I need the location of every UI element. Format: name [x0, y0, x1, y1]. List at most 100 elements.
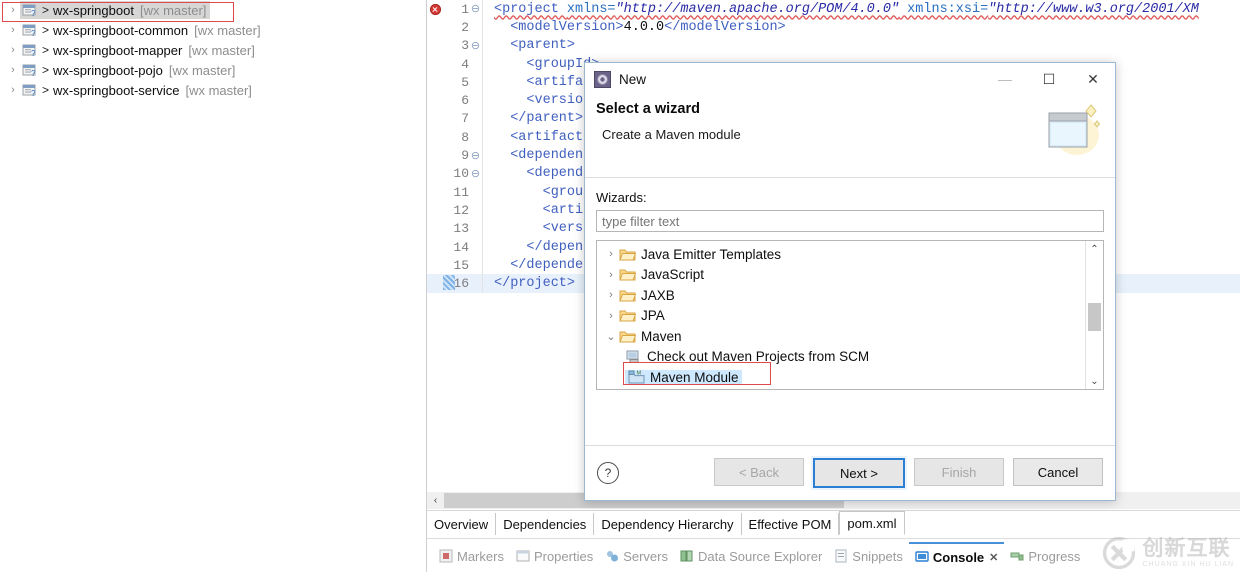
code-text: <grou [490, 184, 584, 200]
dialog-title-bar[interactable]: New — ☐ ✕ [585, 63, 1115, 95]
snippets-icon [834, 549, 848, 563]
wizard-tree-scrollbar[interactable]: ⌃ ⌄ [1085, 241, 1103, 389]
expand-twisty-icon[interactable]: › [6, 24, 20, 36]
view-tab-label: Data Source Explorer [698, 548, 823, 564]
editor-tab-overview[interactable]: Overview [427, 513, 497, 535]
wizard-tree-item-java-emitter-templates[interactable]: › Java Emitter Templates [597, 244, 1085, 265]
line-number: 12 [453, 202, 469, 218]
wizard-tree-item-jaxb[interactable]: › JAXB [597, 285, 1085, 306]
view-tab-label: Snippets [852, 548, 903, 564]
servers-icon [605, 549, 619, 563]
code-text: </depende [490, 240, 599, 255]
project-tree-row[interactable]: › ? > wx-springboot-mapper [wx master] [0, 40, 426, 60]
scrollbar-thumb[interactable] [1088, 303, 1101, 331]
scroll-up-icon[interactable]: ⌃ [1086, 241, 1103, 257]
wizard-item-body[interactable]: JavaScript [619, 267, 704, 282]
wizard-item-label: Java Emitter Templates [641, 246, 782, 262]
wizard-item-body[interactable]: JAXB [619, 288, 675, 303]
view-tab-snippets[interactable]: Snippets [828, 543, 909, 569]
wizards-label: Wizards: [596, 190, 647, 205]
line-number: 2 [461, 19, 469, 35]
wizard-item-label: JavaScript [641, 267, 705, 283]
editor-tab-effective-pom[interactable]: Effective POM [741, 513, 840, 535]
project-row-body[interactable]: ? > wx-springboot-common [wx master] [20, 21, 265, 39]
project-row-body[interactable]: ? > wx-springboot-service [wx master] [20, 81, 256, 99]
code-token: </parent> [510, 111, 584, 127]
dialog-heading: Select a wizard [596, 101, 700, 117]
project-row-body[interactable]: ? > wx-springboot [wx master] [20, 1, 211, 19]
view-tab-markers[interactable]: Markers [433, 543, 510, 569]
code-token: </modelVersion> [664, 19, 786, 35]
tree-twisty-icon[interactable]: › [603, 248, 619, 260]
project-row-body[interactable]: ? > wx-springboot-pojo [wx master] [20, 61, 239, 79]
view-tab-close-icon[interactable]: ✕ [989, 551, 998, 564]
line-marker[interactable] [427, 3, 443, 15]
cancel-button[interactable]: Cancel [1013, 458, 1103, 486]
fold-toggle-icon[interactable]: ⊖ [469, 39, 482, 53]
expand-twisty-icon[interactable]: › [6, 84, 20, 96]
wizard-tree-item-maven-module[interactable]: M Maven Module [597, 367, 1085, 388]
project-branch: [wx master] [185, 82, 252, 98]
error-marker-icon[interactable] [429, 3, 441, 15]
fold-toggle-icon[interactable]: ⊖ [469, 2, 482, 16]
tree-twisty-icon[interactable]: ⌄ [603, 330, 619, 343]
project-tree-row[interactable]: › ? > wx-springboot-service [wx master] [0, 80, 426, 100]
wizard-tree-item-maven[interactable]: ⌄ Maven [597, 326, 1085, 347]
view-tab-label: Servers [623, 548, 668, 564]
editor-tab-dependency-hierarchy[interactable]: Dependency Hierarchy [594, 513, 742, 535]
scroll-left-icon[interactable]: ‹ [427, 492, 444, 509]
project-tree: › ? > wx-springboot [wx master] › ? > wx-spr… [0, 0, 426, 100]
wizard-filter-input[interactable] [596, 210, 1104, 232]
wizard-item-label: Maven Module [650, 369, 739, 385]
wizard-item-body[interactable]: Java Emitter Templates [619, 247, 781, 262]
wizard-item-body[interactable]: M Maven Module [625, 369, 742, 385]
svg-text:?: ? [31, 89, 36, 98]
fold-toggle-icon[interactable]: ⊖ [469, 167, 482, 181]
wizard-item-body[interactable]: Maven [619, 329, 682, 344]
view-tab-progress[interactable]: Progress [1004, 543, 1086, 569]
code-line[interactable]: 1 ⊖ <project xmlns="http://maven.apache.or… [427, 0, 1240, 19]
project-name: wx-springboot-mapper [53, 42, 183, 58]
wizard-tree-item-javascript[interactable]: › JavaScript [597, 265, 1085, 286]
dialog-header: Select a wizard Create a Maven module [585, 95, 1115, 178]
code-line[interactable]: 2 <modelVersion>4.0.0</modelVersion> [427, 18, 1240, 37]
tree-twisty-icon[interactable]: › [603, 289, 619, 301]
fold-toggle-icon[interactable]: ⊖ [469, 149, 482, 163]
view-tab-console[interactable]: Console ✕ [908, 542, 1005, 570]
next-button[interactable]: Next > [813, 458, 905, 488]
minimize-button[interactable]: — [983, 64, 1027, 94]
view-tab-properties[interactable]: Properties [510, 543, 599, 569]
project-name: wx-springboot-common [53, 22, 189, 38]
maximize-button[interactable]: ☐ [1027, 64, 1071, 94]
wizard-item-body[interactable]: Check out Maven Projects from SCM [625, 349, 869, 364]
wizard-tree-item-check-out-maven-projects-from-scm[interactable]: Check out Maven Projects from SCM [597, 347, 1085, 368]
code-line[interactable]: 3 ⊖ <parent> [427, 36, 1240, 55]
view-tab-servers[interactable]: Servers [599, 543, 674, 569]
project-tree-row[interactable]: › ? > wx-springboot-pojo [wx master] [0, 60, 426, 80]
tree-twisty-icon[interactable]: › [603, 310, 619, 322]
code-token: <grou [542, 184, 584, 200]
editor-tab-pom-xml[interactable]: pom.xml [839, 511, 905, 535]
help-button[interactable]: ? [597, 462, 619, 484]
wizard-item-body[interactable]: JPA [619, 308, 665, 323]
expand-twisty-icon[interactable]: › [6, 4, 20, 16]
project-tree-row[interactable]: › ? > wx-springboot-common [wx master] [0, 20, 426, 40]
tree-twisty-icon[interactable]: › [603, 269, 619, 281]
view-tab-data-source-explorer[interactable]: Data Source Explorer [674, 543, 828, 569]
code-token: <vers [542, 221, 584, 237]
code-token: <project [494, 1, 567, 17]
wizard-tree[interactable]: › Java Emitter Templates › JavaScript › JA… [596, 240, 1104, 390]
expand-twisty-icon[interactable]: › [6, 64, 20, 76]
line-number: 13 [453, 221, 469, 237]
gutter-separator [482, 146, 490, 165]
expand-twisty-icon[interactable]: › [6, 44, 20, 56]
wizard-tree-item-jpa[interactable]: › JPA [597, 306, 1085, 327]
scroll-down-icon[interactable]: ⌄ [1086, 373, 1103, 389]
project-explorer-panel: › ? > wx-springboot [wx master] › ? > wx-spr… [0, 0, 427, 572]
close-button[interactable]: ✕ [1071, 64, 1115, 94]
dialog-title-text: New [619, 71, 647, 87]
project-tree-row[interactable]: › ? > wx-springboot [wx master] [0, 0, 426, 20]
svg-text:?: ? [31, 69, 36, 78]
editor-tab-dependencies[interactable]: Dependencies [496, 513, 595, 535]
project-row-body[interactable]: ? > wx-springboot-mapper [wx master] [20, 41, 259, 59]
